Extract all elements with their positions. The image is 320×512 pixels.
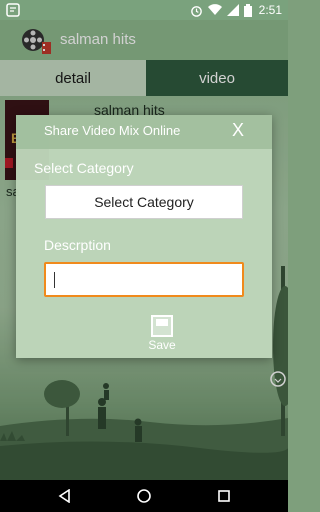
status-time: 2:51	[258, 3, 282, 17]
save-label: Save	[148, 338, 176, 352]
close-icon[interactable]: X	[232, 119, 244, 141]
description-label: Descrption	[44, 237, 111, 253]
category-label: Select Category	[34, 160, 134, 176]
share-dialog: Share Video Mix Online X Select Category…	[16, 115, 272, 358]
save-icon	[151, 315, 173, 337]
status-bar: 2:51	[0, 0, 288, 20]
save-button[interactable]: Save	[144, 315, 180, 352]
dialog-title: Share Video Mix Online	[44, 123, 181, 138]
dialog-header: Share Video Mix Online X	[16, 115, 272, 149]
wifi-icon	[207, 4, 222, 16]
description-input[interactable]	[46, 264, 242, 295]
select-category-button[interactable]: Select Category	[45, 185, 243, 219]
back-icon[interactable]	[55, 486, 75, 506]
description-field-wrapper	[44, 262, 244, 297]
battery-icon	[243, 3, 252, 17]
navigation-bar	[0, 480, 288, 512]
home-icon[interactable]	[134, 486, 154, 506]
notification-icon	[6, 3, 20, 17]
alarm-icon	[190, 5, 202, 17]
signal-icon	[226, 4, 239, 16]
text-cursor	[54, 272, 55, 288]
recents-icon[interactable]	[214, 486, 234, 506]
